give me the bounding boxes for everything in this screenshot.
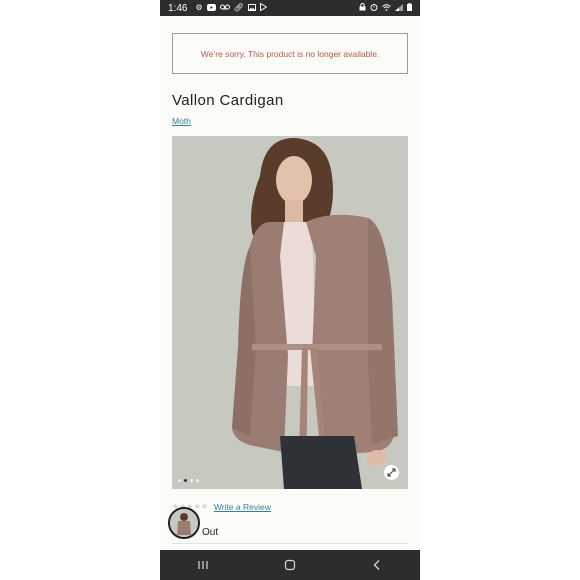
home-button[interactable] (270, 554, 310, 576)
stock-row: Out (172, 521, 408, 543)
write-review-link[interactable]: Write a Review (214, 502, 271, 512)
recent-apps-button[interactable] (183, 554, 223, 576)
back-button[interactable] (357, 554, 397, 576)
product-image[interactable] (172, 136, 408, 489)
recent-apps-icon (198, 561, 208, 569)
wifi-icon (382, 3, 391, 13)
stock-status: Out (202, 526, 219, 538)
carousel-dot[interactable] (196, 479, 199, 482)
star-icon: ★ (200, 502, 208, 511)
alert-message: We’re sorry. This product is no longer a… (200, 48, 380, 59)
star-icon: ★ (193, 502, 201, 511)
carousel-dots[interactable] (178, 479, 199, 482)
home-icon (284, 559, 296, 571)
lock-icon (359, 3, 366, 13)
battery-icon (407, 3, 412, 13)
status-time: 1:46 (168, 2, 188, 14)
carousel-dot[interactable] (178, 479, 181, 482)
unavailable-alert: We’re sorry. This product is no longer a… (172, 33, 408, 74)
divider (172, 543, 408, 544)
signal-icon (395, 3, 403, 13)
youtube-icon (206, 3, 216, 13)
product-page: We’re sorry. This product is no longer a… (168, 16, 408, 550)
status-bar-right (359, 3, 412, 13)
carousel-dot[interactable] (190, 479, 193, 482)
carousel-dot-active[interactable] (184, 479, 187, 482)
expand-icon (387, 468, 396, 477)
play-store-icon (259, 2, 268, 13)
voicemail-icon (219, 4, 230, 12)
gear-icon: ⚙ (195, 3, 203, 12)
zoom-button[interactable] (384, 465, 399, 480)
color-link[interactable]: Moth (172, 116, 191, 126)
cardigan-model-photo (172, 136, 408, 489)
phone-screen: 1:46 ⚙ 🔗︎ We’re sorry. This product is n… (160, 0, 420, 580)
alarm-icon (370, 3, 378, 13)
product-title: Vallon Cardigan (172, 92, 284, 109)
image-icon (247, 3, 256, 13)
link-icon: 🔗︎ (233, 3, 244, 12)
navigation-bar (160, 550, 420, 580)
status-bar: 1:46 ⚙ 🔗︎ (160, 0, 420, 16)
back-icon (373, 560, 380, 570)
product-thumbnail-bubble[interactable] (168, 507, 200, 539)
thumbnail-icon (170, 509, 198, 537)
status-bar-left: 1:46 ⚙ 🔗︎ (168, 2, 268, 14)
